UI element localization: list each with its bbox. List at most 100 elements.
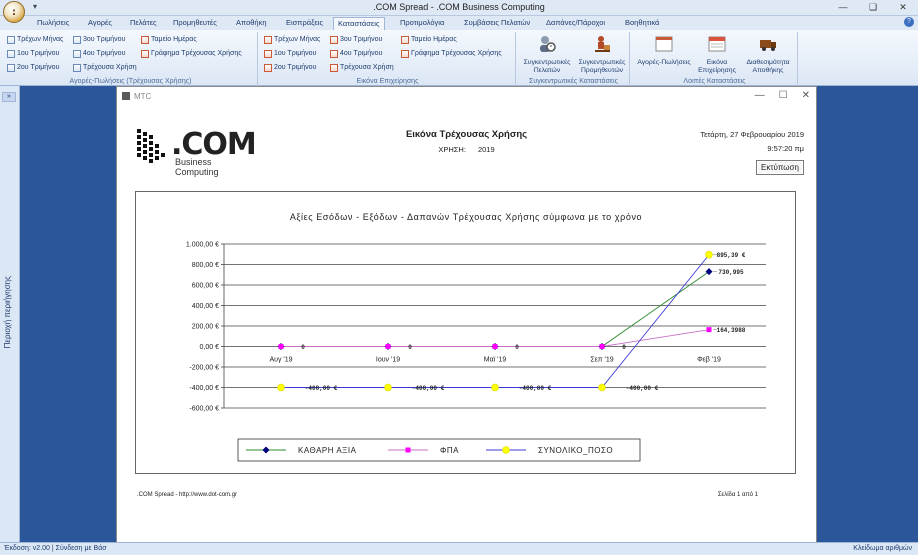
other-sales-purchases-button[interactable]: Αγορές-Πωλήσεις <box>636 34 692 67</box>
g2-q1-button[interactable]: 1ου Τριμήνου <box>264 48 316 59</box>
logo-subtitle: Business Computing <box>175 157 219 177</box>
g2-cash-day-button[interactable]: Ταμείο Ημέρας <box>401 34 457 45</box>
warehouse-availability-button[interactable]: Διαθεσιμότητα Αποθήκης <box>740 34 796 75</box>
cash-register-icon <box>401 35 409 44</box>
tab-reports[interactable]: Καταστάσεις <box>333 17 385 30</box>
window-controls: — ❏ ✕ <box>828 0 918 16</box>
report-title-bar: MTC — ☐ ✕ <box>117 87 816 107</box>
help-icon[interactable]: ? <box>904 17 914 27</box>
data-point <box>278 344 284 349</box>
app-menu-button[interactable]: : <box>3 1 25 23</box>
chart-title: Αξίες Εσόδων - Εξόδων - Δαπανών Τρέχουσα… <box>290 212 642 222</box>
tab-sales[interactable]: Πωλήσεις <box>37 17 69 30</box>
chart-icon <box>141 49 149 58</box>
window-title: .COM Spread - .COM Business Computing <box>373 2 545 12</box>
calendar-icon <box>264 63 272 72</box>
window-report-icon <box>655 36 673 52</box>
customer-summaries-label: Συγκεντρωτικές Πελατών <box>523 59 571 74</box>
g2-q2-button[interactable]: 2ου Τριμήνου <box>264 62 316 73</box>
navigation-pane: » Περιοχή περιήγησης <box>0 86 20 542</box>
restore-button[interactable]: ❏ <box>858 0 888 16</box>
g2-q4-button[interactable]: 4ου Τριμήνου <box>330 48 382 59</box>
y-tick-label: 800,00 € <box>192 262 219 269</box>
minimize-button[interactable]: — <box>828 0 858 16</box>
g1-current-month-button[interactable]: Τρέχων Μήνας <box>7 34 63 45</box>
status-numlock: Κλείδωμα αριθμών <box>853 545 912 552</box>
other-business-overview-label: Εικόνα Επιχείρησης <box>698 59 736 74</box>
g1-q1-button[interactable]: 1ου Τριμήνου <box>7 48 59 59</box>
g1-q4-button[interactable]: 4ου Τριμήνου <box>73 48 125 59</box>
g1-q3-button[interactable]: 3ου Τριμήνου <box>73 34 125 45</box>
g2-current-year-label: Τρέχουσα Χρήση <box>340 63 394 71</box>
g4-group-label: Λοιπές Καταστάσεις <box>683 78 746 85</box>
series-line <box>281 271 710 347</box>
g2-current-year-button[interactable]: Τρέχουσα Χρήση <box>330 62 394 73</box>
g1-q2-button[interactable]: 2ου Τριμήνου <box>7 62 59 73</box>
report-date: Τετάρτη, 27 Φεβρουαρίου 2019 <box>700 130 804 139</box>
year-value: 2019 <box>477 145 495 154</box>
g2-chart-button[interactable]: Γράφημα Τρέχουσας Χρήσης <box>401 48 502 59</box>
data-label: -400,00 € <box>305 385 338 392</box>
report-minimize-button[interactable]: — <box>755 90 765 101</box>
tab-warehouse[interactable]: Αποθήκη <box>236 17 267 30</box>
x-tick-label: Αυγ '19 <box>269 357 292 364</box>
data-point <box>706 327 712 333</box>
g1-cash-day-button[interactable]: Ταμείο Ημέρας <box>141 34 197 45</box>
data-point <box>385 344 391 349</box>
g2-q2-label: 2ου Τριμήνου <box>274 63 317 71</box>
tab-purchases[interactable]: Αγορές <box>88 17 112 30</box>
data-point <box>277 383 285 392</box>
y-tick-label: 400,00 € <box>192 303 219 310</box>
g2-current-month-label: Τρέχων Μήνας <box>274 35 321 43</box>
ribbon-group-sales-purchases: Τρέχων Μήνας 3ου Τριμήνου Ταμείο Ημέρας … <box>4 32 258 86</box>
chart-frame: Αξίες Εσόδων - Εξόδων - Δαπανών Τρέχουσα… <box>135 191 796 474</box>
g1-current-year-button[interactable]: Τρέχουσα Χρήση <box>73 62 137 73</box>
legend-label: ΚΑΘΑΡΗ ΑΞΙΑ <box>298 446 357 455</box>
data-point <box>492 344 498 349</box>
data-label: 164,3988 <box>717 327 746 334</box>
g1-current-year-label: Τρέχουσα Χρήση <box>83 63 137 71</box>
g2-group-label: Εικόνα Επιχείρησης <box>356 78 419 85</box>
report-time: 9:57:20 πμ <box>767 144 804 153</box>
data-point <box>599 344 605 349</box>
warehouse-availability-label: Διαθεσιμότητα Αποθήκης <box>746 59 790 74</box>
tab-auxiliary[interactable]: Βοηθητικά <box>625 17 659 30</box>
tab-expenses[interactable]: Δαπάνες/Πάροχοι <box>546 17 605 30</box>
data-label: -400,00 € <box>519 385 552 392</box>
other-business-overview-button[interactable]: Εικόνα Επιχείρησης <box>694 34 740 75</box>
tab-contracts[interactable]: Συμβάσεις Πελατών <box>464 17 530 30</box>
y-tick-label: 0,00 € <box>200 344 220 351</box>
navigation-pane-label[interactable]: Περιοχή περιήγησης <box>3 276 12 348</box>
legend-label: ΦΠΑ <box>440 446 459 455</box>
report-close-button[interactable]: ✕ <box>802 90 810 101</box>
tab-customers[interactable]: Πελάτες <box>130 17 157 30</box>
g2-q3-label: 3ου Τριμήνου <box>340 35 383 43</box>
g3-group-label: Συγκεντρωτικές Καταστάσεις <box>529 78 618 85</box>
legend-marker <box>502 446 510 454</box>
supplier-summaries-button[interactable]: Συγκεντρωτικές Προμηθευτών <box>574 34 630 75</box>
calendar-icon <box>7 63 15 72</box>
ribbon-group-summary-reports: Συγκεντρωτικές Πελατών Συγκεντρωτικές Πρ… <box>518 32 630 86</box>
data-point <box>491 383 499 392</box>
users-icon <box>540 36 556 52</box>
legend-marker <box>405 447 411 453</box>
y-tick-label: 1.000,00 € <box>186 242 219 249</box>
g1-chart-button[interactable]: Γράφημα Τρέχουσας Χρήσης <box>141 48 242 59</box>
x-tick-label: Μαϊ '19 <box>484 357 507 364</box>
tab-proforma[interactable]: Προτιμολόγια <box>400 17 444 30</box>
report-maximize-button[interactable]: ☐ <box>779 90 788 101</box>
report-year: ΧΡΗΣΗ: 2019 <box>117 145 816 154</box>
report-app-icon <box>122 92 130 100</box>
expand-navigation-button[interactable]: » <box>2 92 16 102</box>
g1-q4-label: 4ου Τριμήνου <box>83 49 126 57</box>
close-button[interactable]: ✕ <box>888 0 918 16</box>
tab-receipts[interactable]: Εισπράξεις <box>286 17 323 30</box>
print-button[interactable]: Εκτύπωση <box>756 160 804 175</box>
data-label: 0 <box>301 344 305 351</box>
customer-summaries-button[interactable]: Συγκεντρωτικές Πελατών <box>520 34 574 75</box>
g2-q3-button[interactable]: 3ου Τριμήνου <box>330 34 382 45</box>
title-bar: ▾ .COM Spread - .COM Business Computing … <box>0 0 918 16</box>
tab-suppliers[interactable]: Προμηθευτές <box>173 17 217 30</box>
y-tick-label: -200,00 € <box>189 365 219 372</box>
g2-current-month-button[interactable]: Τρέχων Μήνας <box>264 34 320 45</box>
